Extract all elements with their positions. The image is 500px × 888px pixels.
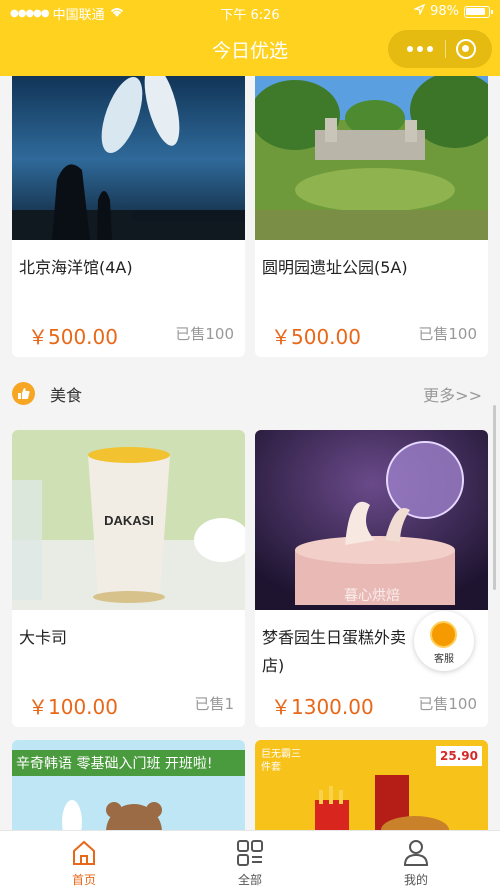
product-name: 梦香园生日蛋糕外卖店) <box>262 628 407 675</box>
status-right: 98% <box>412 3 493 19</box>
battery-icon <box>464 5 493 18</box>
product-card[interactable]: 圆明园遗址公园(5A) ￥500.00 已售100 <box>255 60 488 357</box>
korean-class-banner: 辛奇韩语 零基础入门班 开班啦! <box>12 740 245 840</box>
location-icon <box>412 3 426 19</box>
status-bar: ●●●●● 中国联通 下午 6:26 98% <box>0 0 500 26</box>
tab-all-label: 全部 <box>237 873 262 887</box>
capsule-divider <box>445 40 446 58</box>
product-sold-count: 已售1 <box>194 695 234 713</box>
product-sold-count: 已售100 <box>418 325 477 343</box>
product-card[interactable]: 暮心烘焙 梦香园生日蛋糕外卖店) ￥1300.00 已售100 <box>255 430 488 727</box>
park-ruins-image <box>255 60 488 240</box>
scrollbar[interactable] <box>493 405 496 590</box>
tab-home[interactable]: 首页 <box>34 835 134 887</box>
product-card[interactable]: DAKASI 大卡司 ￥100.00 已售1 <box>12 430 245 727</box>
cake-watermark-text: 暮心烘焙 <box>344 588 400 604</box>
more-link[interactable]: 更多>> <box>423 382 482 406</box>
thumbs-up-icon <box>12 382 35 405</box>
product-name: 大卡司 <box>19 628 68 647</box>
drink-cup-image: DAKASI <box>12 430 245 610</box>
section-title: 美食 <box>50 386 83 405</box>
product-card[interactable]: 北京海洋馆(4A) ￥500.00 已售100 <box>12 60 245 357</box>
aquarium-image <box>12 60 245 240</box>
close-target-icon[interactable] <box>456 39 476 59</box>
product-price: ￥100.00 <box>28 695 118 719</box>
product-card-partial[interactable]: 辛奇韩语 零基础入门班 开班啦! <box>12 740 245 840</box>
product-card-partial[interactable]: 巨无霸三件套 25.90 <box>255 740 488 840</box>
burger-fries-illustration <box>315 775 449 840</box>
birthday-cake-image: 暮心烘焙 <box>255 430 488 610</box>
burger-meal-image: 巨无霸三件套 25.90 <box>255 740 488 840</box>
product-price: ￥500.00 <box>28 325 118 349</box>
product-price: ￥1300.00 <box>271 695 374 719</box>
user-icon <box>403 840 429 866</box>
product-sold-count: 已售100 <box>175 325 234 343</box>
cup-brand-text: DAKASI <box>104 513 154 528</box>
food-section-header: 美食 更多>> <box>12 378 488 408</box>
mini-program-capsule <box>388 30 492 68</box>
tab-home-label: 首页 <box>71 873 96 887</box>
tab-all[interactable]: 全部 <box>200 835 300 887</box>
smiley-icon <box>430 621 457 648</box>
tab-mine-label: 我的 <box>403 873 428 887</box>
product-name: 圆明园遗址公园(5A) <box>262 258 408 277</box>
banner-text: 辛奇韩语 零基础入门班 开班啦! <box>16 756 213 772</box>
product-sold-count: 已售100 <box>418 695 477 713</box>
tab-mine[interactable]: 我的 <box>366 835 466 887</box>
customer-service-label: 客服 <box>434 654 454 665</box>
customer-service-button[interactable]: 客服 <box>414 611 474 671</box>
grid-icon <box>237 840 263 866</box>
top-bar: ●●●●● 中国联通 下午 6:26 98% 今日优选 <box>0 0 500 76</box>
tab-bar: 首页 全部 我的 <box>0 830 500 888</box>
product-price: ￥500.00 <box>271 325 361 349</box>
meal-badge: 巨无霸三件套 <box>261 749 301 773</box>
battery-label: 98% <box>430 4 459 19</box>
more-menu-icon[interactable] <box>400 30 440 68</box>
product-name: 北京海洋馆(4A) <box>19 258 133 277</box>
home-icon <box>73 840 95 865</box>
